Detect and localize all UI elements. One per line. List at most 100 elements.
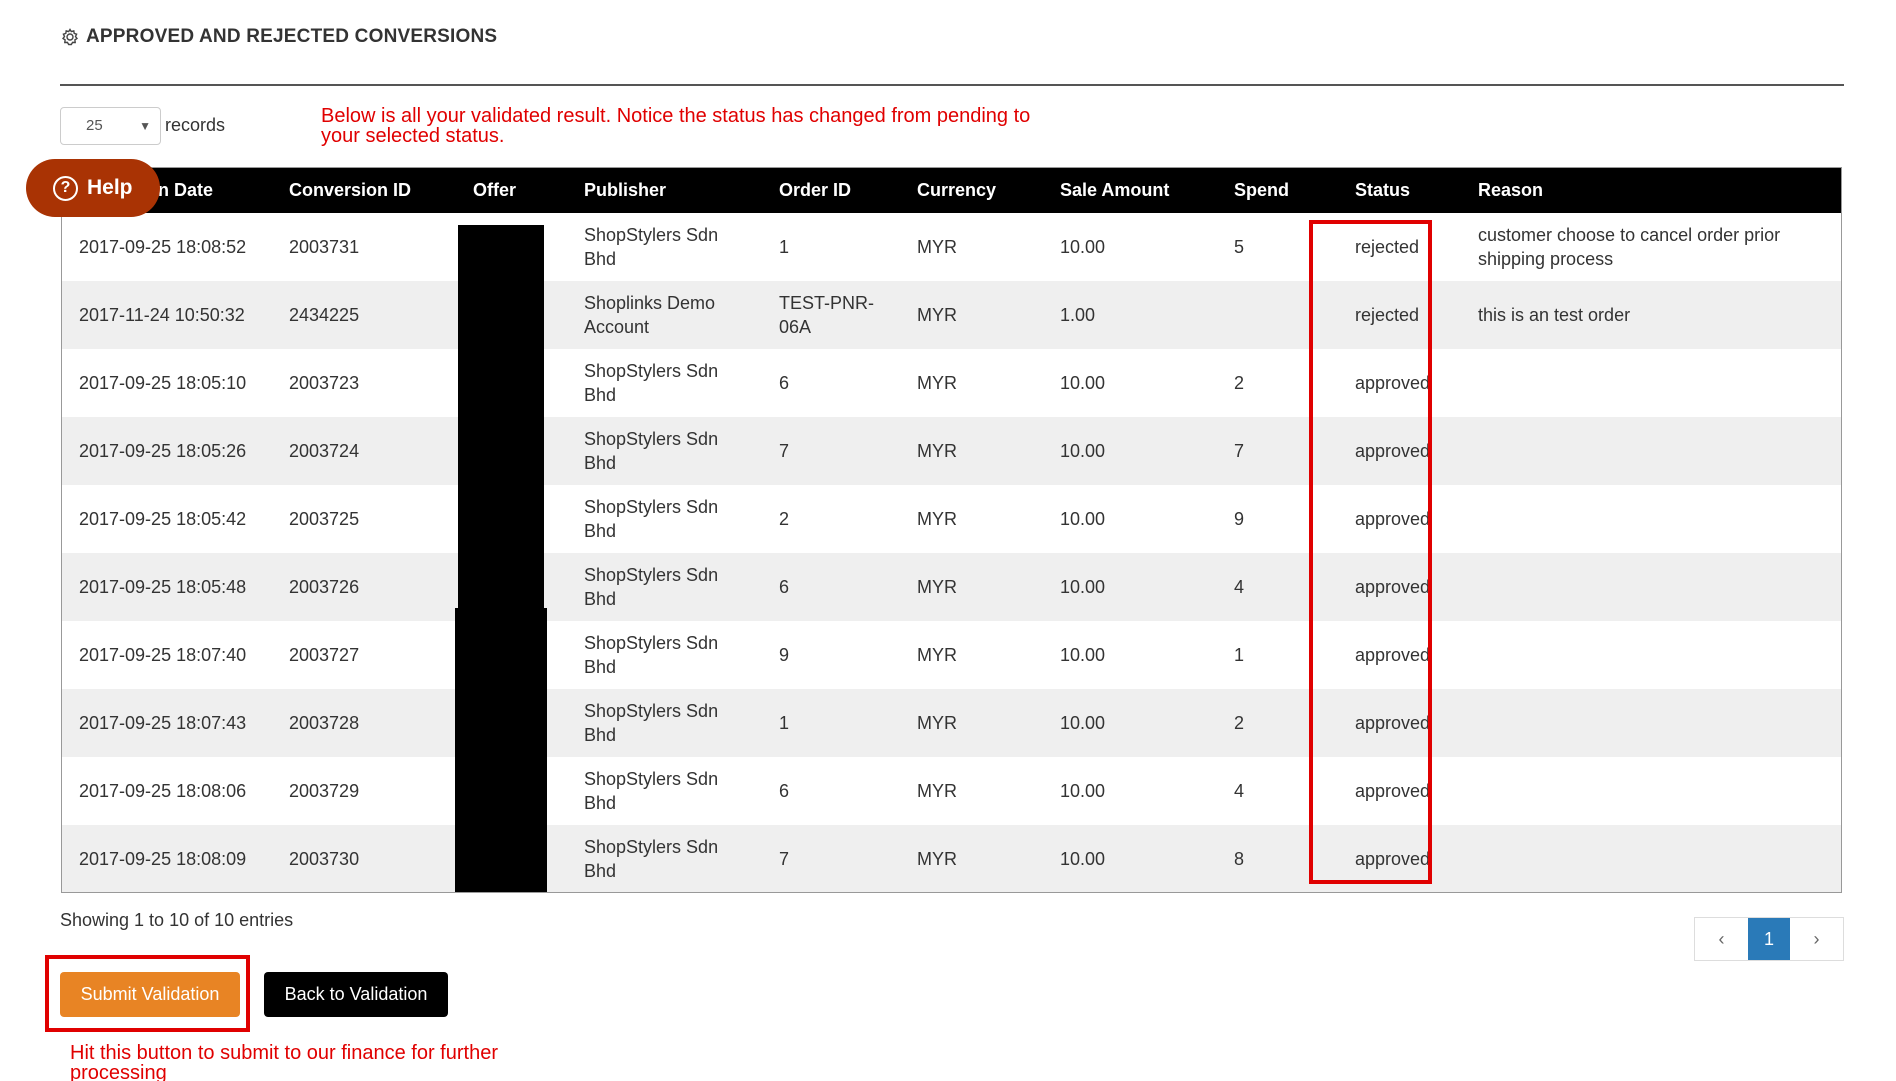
table-row: 2017-09-25 18:05:10 2003723 ShopStylers Sd… — [62, 349, 1841, 417]
cell-sale-amount: 10.00 — [1060, 509, 1106, 529]
cell-conversion-id: 2003726 — [289, 577, 360, 597]
column-header-reason[interactable]: Reason — [1478, 168, 1543, 213]
cell-spend: 4 — [1234, 781, 1245, 801]
cell-sale-amount: 10.00 — [1060, 577, 1106, 597]
section-title: APPROVED AND REJECTED CONVERSIONS — [86, 26, 498, 47]
cell-date: 2017-09-25 18:08:09 — [79, 849, 247, 869]
redaction-block — [455, 608, 547, 892]
status-column-highlight — [1309, 220, 1432, 884]
cell-spend: 4 — [1234, 577, 1245, 597]
cell-currency: MYR — [917, 849, 957, 869]
help-button[interactable]: ? Help — [26, 159, 160, 217]
cell-reason: customer choose to cancel order prior sh… — [1478, 225, 1781, 269]
question-icon: ? — [53, 175, 78, 201]
cell-publisher: ShopStylers Sdn Bhd — [584, 225, 719, 269]
cell-date: 2017-09-25 18:05:48 — [79, 577, 247, 597]
gear-icon — [60, 27, 80, 47]
table-header: n Date Conversion ID Offer Publisher Ord… — [62, 168, 1841, 213]
cell-publisher: ShopStylers Sdn Bhd — [584, 497, 719, 541]
cell-order-id: 7 — [779, 441, 790, 461]
records-select-value: 25 — [86, 117, 103, 134]
table-body: 2017-09-25 18:08:52 2003731 ShopStylers Sd… — [62, 213, 1841, 892]
cell-sale-amount: 10.00 — [1060, 781, 1106, 801]
back-to-validation-button[interactable]: Back to Validation — [264, 972, 448, 1017]
cell-currency: MYR — [917, 645, 957, 665]
pagination-page-1[interactable]: 1 — [1748, 918, 1790, 960]
cell-spend: 2 — [1234, 373, 1245, 393]
cell-order-id: 2 — [779, 509, 790, 529]
cell-date: 2017-09-25 18:08:06 — [79, 781, 247, 801]
cell-spend: 5 — [1234, 237, 1245, 257]
table-row: 2017-09-25 18:07:43 2003728 ShopStylers Sd… — [62, 689, 1841, 757]
cell-sale-amount: 10.00 — [1060, 441, 1106, 461]
cell-sale-amount: 10.00 — [1060, 373, 1106, 393]
records-per-page-select[interactable]: 25 ▼ — [60, 107, 161, 145]
column-header-sale-amount[interactable]: Sale Amount — [1060, 168, 1169, 213]
table-row: 2017-09-25 18:05:42 2003725 ShopStylers Sd… — [62, 485, 1841, 553]
cell-spend: 8 — [1234, 849, 1245, 869]
cell-spend: 9 — [1234, 509, 1245, 529]
table-row: 2017-11-24 10:50:32 2434225 Shoplinks Demo… — [62, 281, 1841, 349]
column-header-order-id[interactable]: Order ID — [779, 168, 851, 213]
cell-spend: 1 — [1234, 645, 1245, 665]
cell-publisher: ShopStylers Sdn Bhd — [584, 429, 719, 473]
cell-currency: MYR — [917, 237, 957, 257]
cell-spend: 2 — [1234, 713, 1245, 733]
annotation-top: Below is all your validated result. Noti… — [321, 105, 1031, 147]
cell-currency: MYR — [917, 509, 957, 529]
column-header-date[interactable]: n Date — [158, 168, 213, 213]
cell-sale-amount: 10.00 — [1060, 237, 1106, 257]
cell-currency: MYR — [917, 713, 957, 733]
section-header: APPROVED AND REJECTED CONVERSIONS — [60, 26, 497, 48]
cell-conversion-id: 2003727 — [289, 645, 360, 665]
cell-publisher: ShopStylers Sdn Bhd — [584, 361, 719, 405]
cell-publisher: ShopStylers Sdn Bhd — [584, 701, 719, 745]
cell-sale-amount: 1.00 — [1060, 305, 1096, 325]
cell-conversion-id: 2434225 — [289, 305, 360, 325]
column-header-status[interactable]: Status — [1355, 168, 1410, 213]
cell-conversion-id: 2003731 — [289, 237, 360, 257]
records-label: records — [165, 115, 226, 135]
table-info: Showing 1 to 10 of 10 entries — [60, 910, 294, 930]
header-divider — [60, 84, 1844, 86]
cell-conversion-id: 2003725 — [289, 509, 360, 529]
column-header-currency[interactable]: Currency — [917, 168, 996, 213]
column-header-spend[interactable]: Spend — [1234, 168, 1289, 213]
help-label: Help — [87, 176, 133, 199]
cell-currency: MYR — [917, 441, 957, 461]
cell-spend: 7 — [1234, 441, 1245, 461]
column-header-publisher[interactable]: Publisher — [584, 168, 666, 213]
cell-conversion-id: 2003730 — [289, 849, 360, 869]
cell-order-id: 6 — [779, 577, 790, 597]
table-row: 2017-09-25 18:08:09 2003730 ShopStylers Sd… — [62, 825, 1841, 892]
cell-publisher: Shoplinks Demo Account — [584, 293, 716, 337]
redaction-block — [458, 225, 544, 611]
cell-date: 2017-09-25 18:07:43 — [79, 713, 247, 733]
cell-date: 2017-09-25 18:05:42 — [79, 509, 247, 529]
cell-date: 2017-09-25 18:05:10 — [79, 373, 247, 393]
table-row: 2017-09-25 18:07:40 2003727 ShopStylers Sd… — [62, 621, 1841, 689]
cell-order-id: 6 — [779, 373, 790, 393]
table-row: 2017-09-25 18:08:06 2003729 ShopStylers Sd… — [62, 757, 1841, 825]
cell-currency: MYR — [917, 781, 957, 801]
cell-date: 2017-09-25 18:05:26 — [79, 441, 247, 461]
cell-sale-amount: 10.00 — [1060, 645, 1106, 665]
chevron-down-icon: ▼ — [139, 119, 151, 133]
cell-date: 2017-09-25 18:07:40 — [79, 645, 247, 665]
column-header-conversion-id[interactable]: Conversion ID — [289, 168, 411, 213]
pagination-next-button[interactable]: › — [1790, 918, 1843, 960]
table-row: 2017-09-25 18:05:48 2003726 ShopStylers Sd… — [62, 553, 1841, 621]
annotation-bottom: Hit this button to submit to our finance… — [70, 1042, 498, 1081]
cell-sale-amount: 10.00 — [1060, 849, 1106, 869]
cell-publisher: ShopStylers Sdn Bhd — [584, 769, 719, 813]
cell-order-id: 9 — [779, 645, 790, 665]
cell-date: 2017-11-24 10:50:32 — [79, 305, 245, 325]
cell-date: 2017-09-25 18:08:52 — [79, 237, 247, 257]
submit-validation-button[interactable]: Submit Validation — [60, 972, 240, 1017]
cell-currency: MYR — [917, 577, 957, 597]
pagination-prev-button[interactable]: ‹ — [1695, 918, 1748, 960]
conversions-table: n Date Conversion ID Offer Publisher Ord… — [61, 167, 1842, 893]
cell-order-id: 7 — [779, 849, 790, 869]
column-header-offer[interactable]: Offer — [473, 168, 516, 213]
cell-publisher: ShopStylers Sdn Bhd — [584, 633, 719, 677]
